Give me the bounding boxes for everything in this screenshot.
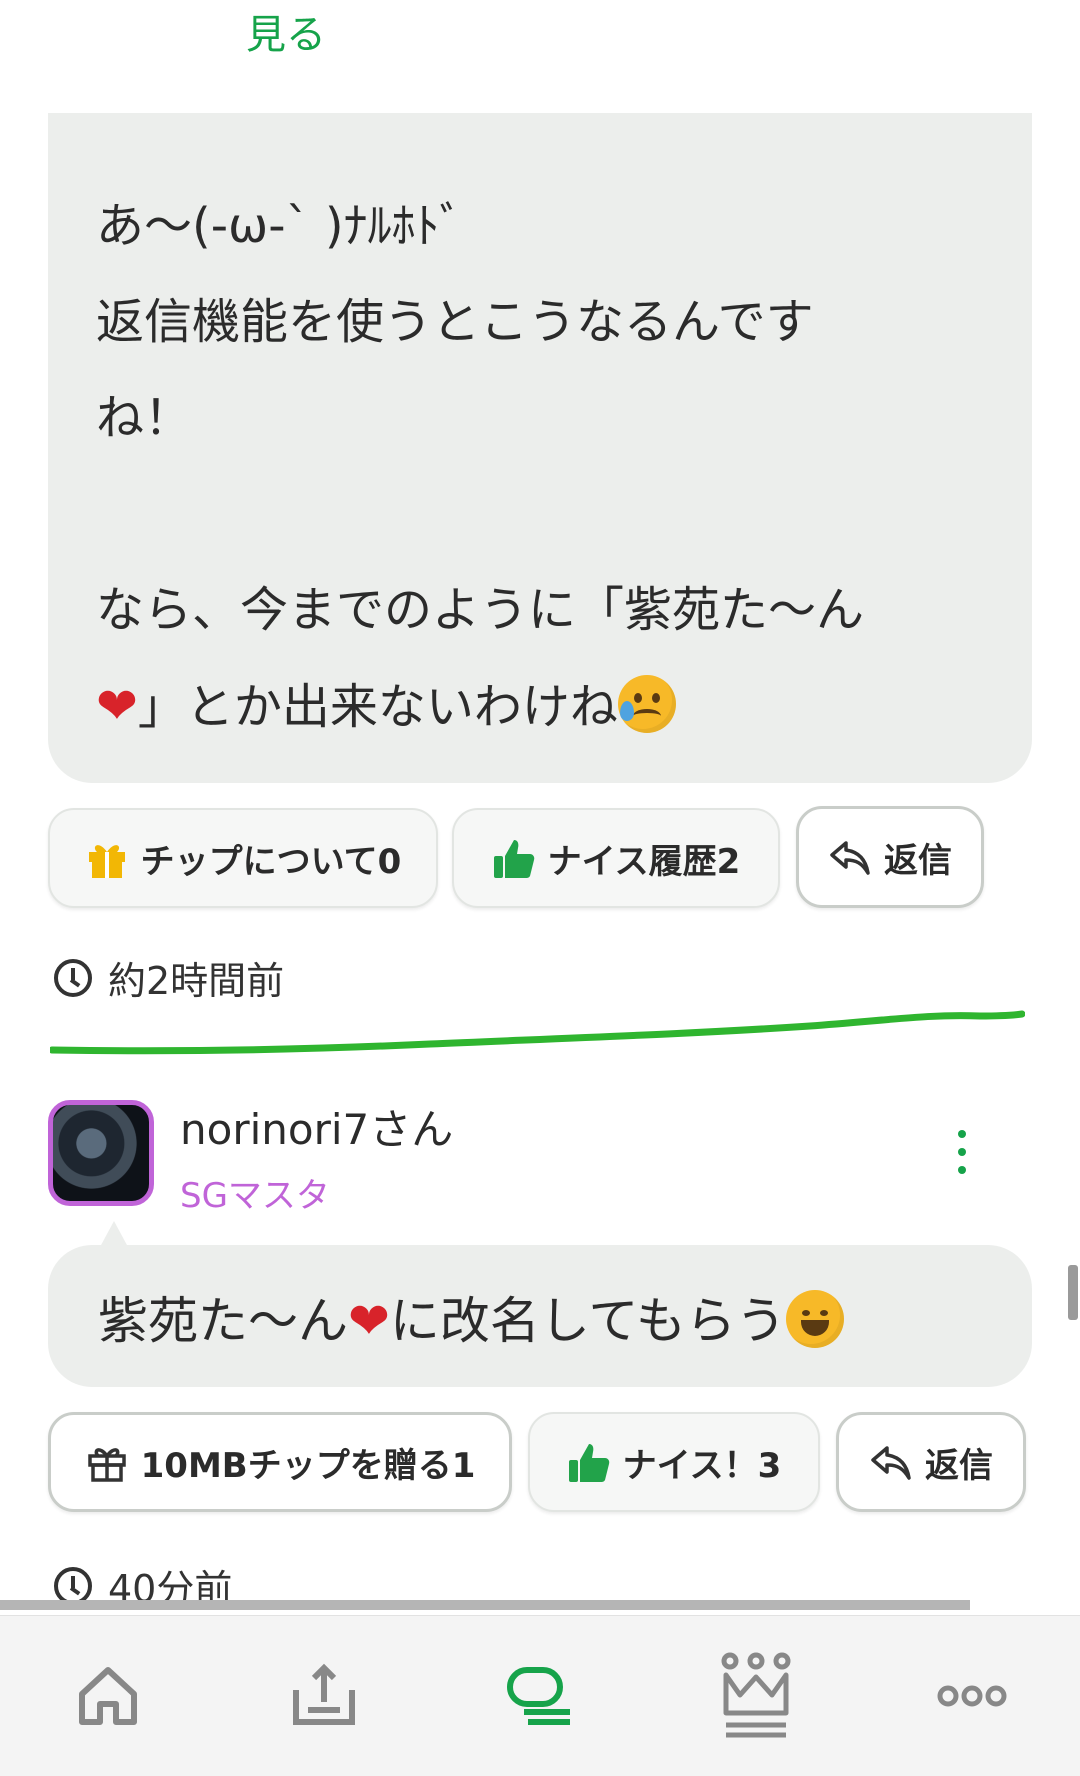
- comment-line: 返信機能を使うとこうなるんです: [96, 294, 814, 350]
- comment-line: ね！: [96, 390, 193, 446]
- nice-history-button[interactable]: ナイス履歴2: [452, 808, 780, 908]
- clock-icon: [54, 958, 92, 997]
- comment-line: なら、今までのように「紫苑た〜ん: [96, 582, 865, 638]
- username[interactable]: norinori7さん: [180, 1096, 453, 1157]
- more-options-icon[interactable]: [950, 1130, 974, 1174]
- clock-icon: [54, 1566, 92, 1605]
- comment-text-part: 紫苑た〜ん: [98, 1292, 348, 1350]
- green-underline-stroke: [50, 1010, 1025, 1055]
- nav-ranking[interactable]: [711, 1651, 801, 1741]
- reply-arrow-icon: [871, 1446, 911, 1480]
- tip-info-button[interactable]: チップについて0: [48, 808, 438, 908]
- bubble-tail: [100, 1221, 128, 1247]
- reply-arrow-icon: [830, 841, 870, 875]
- nice-history-label: ナイス履歴2: [547, 841, 741, 882]
- nav-upload[interactable]: [279, 1651, 369, 1741]
- comment-text: あ〜(-ω-` )ﾅﾙﾎﾄﾞ 返信機能を使うとこうなるんです ね！ なら、今まで…: [96, 178, 996, 755]
- reply-button[interactable]: 返信: [836, 1412, 1026, 1512]
- comment-text: 紫苑た〜ん❤に改名してもらう: [98, 1281, 844, 1353]
- comment-line: ❤」とか出来ないわけね: [96, 658, 996, 755]
- chat-icon: [507, 1667, 570, 1725]
- nav-chat[interactable]: [495, 1651, 585, 1741]
- nav-home[interactable]: [63, 1651, 153, 1741]
- gift-icon: [88, 845, 125, 878]
- upload-icon: [293, 1663, 355, 1725]
- timestamp-text: 約2時間前: [108, 959, 285, 1003]
- comment-line: [96, 466, 996, 562]
- bottom-navigation: [0, 1615, 1080, 1776]
- home-icon: [79, 1667, 137, 1725]
- comment-bubble: あ〜(-ω-` )ﾅﾙﾎﾄﾞ 返信機能を使うとこうなるんです ね！ なら、今まで…: [48, 113, 1032, 783]
- grinning-emoji: [785, 1290, 844, 1348]
- comment-line: あ〜(-ω-` )ﾅﾙﾎﾄﾞ: [96, 198, 464, 254]
- horizontal-scrollbar[interactable]: [0, 1600, 970, 1610]
- reply-button[interactable]: 返信: [796, 806, 984, 908]
- heart-emoji: ❤: [96, 677, 138, 735]
- user-rank-badge: SGマスタ: [180, 1176, 330, 1216]
- comment-text-part: に改名してもらう: [389, 1292, 786, 1350]
- comment-bubble: 紫苑た〜ん❤に改名してもらう: [48, 1221, 1032, 1387]
- nice-button[interactable]: ナイス！3: [528, 1412, 820, 1512]
- nav-more[interactable]: [927, 1651, 1017, 1741]
- ranking-crown-icon: [721, 1652, 791, 1738]
- sad-sweat-emoji: [617, 675, 676, 733]
- thumbs-up-icon: [493, 840, 534, 878]
- heart-emoji: ❤: [348, 1292, 390, 1350]
- see-more-link[interactable]: 見る: [246, 2, 326, 60]
- comment-timestamp: 約2時間前: [54, 950, 284, 1005]
- vertical-scrollbar[interactable]: [1068, 1265, 1078, 1320]
- gift-outline-icon: [87, 1448, 126, 1482]
- send-tip-label: 10MBチップを贈る1: [140, 1445, 476, 1486]
- send-tip-button[interactable]: 10MBチップを贈る1: [48, 1412, 512, 1512]
- nice-label: ナイス！3: [622, 1445, 782, 1486]
- tip-info-label: チップについて0: [140, 841, 402, 882]
- reply-label: 返信: [925, 1445, 993, 1486]
- comment-line-text: 」とか出来ないわけね: [137, 679, 618, 735]
- avatar[interactable]: [48, 1100, 154, 1206]
- more-icon: [937, 1685, 1007, 1707]
- thumbs-up-icon: [568, 1444, 609, 1482]
- reply-label: 返信: [884, 840, 952, 881]
